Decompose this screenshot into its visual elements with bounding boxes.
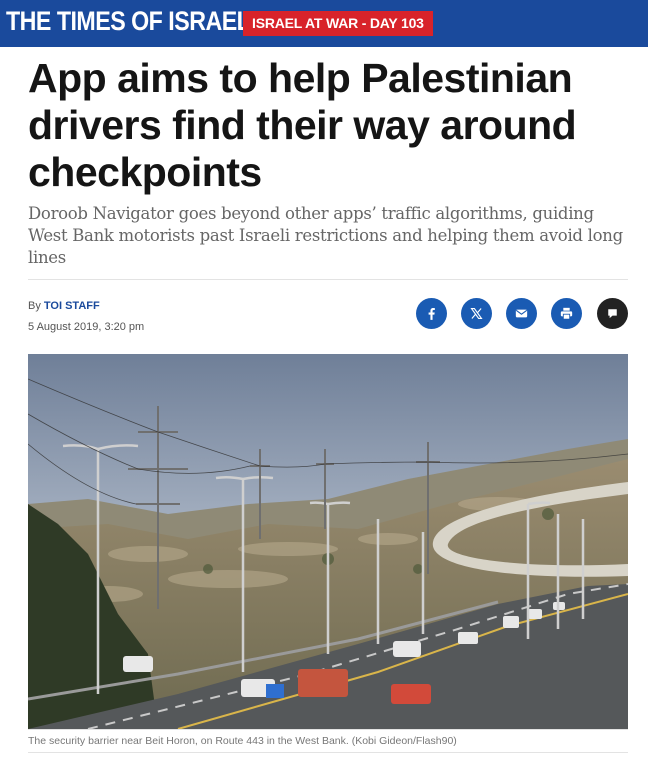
publish-date: 5 August 2019, 3:20 pm	[28, 321, 145, 333]
article-photo	[28, 354, 628, 729]
share-facebook-button[interactable]	[416, 298, 447, 329]
share-email-button[interactable]	[506, 298, 537, 329]
x-icon	[470, 307, 483, 320]
share-x-button[interactable]	[461, 298, 492, 329]
divider	[28, 279, 628, 280]
article-subtitle: Doroob Navigator goes beyond other apps’…	[28, 204, 623, 267]
article-title: App aims to help Palestinian drivers fin…	[28, 55, 577, 195]
byline: By TOI STAFF	[28, 300, 100, 312]
facebook-icon	[428, 308, 435, 320]
highway-landscape-image	[28, 354, 628, 729]
comments-button[interactable]	[597, 298, 628, 329]
byline-prefix: By	[28, 300, 44, 312]
author-link[interactable]: TOI STAFF	[44, 300, 100, 312]
comment-icon	[608, 309, 617, 319]
photo-caption: The security barrier near Beit Horon, on…	[28, 735, 457, 747]
share-print-button[interactable]	[551, 298, 582, 329]
photo-divider	[28, 729, 628, 730]
email-icon	[515, 309, 528, 318]
top-bar: THE TIMES OF ISRAEL ISRAEL AT WAR - DAY …	[0, 0, 648, 47]
print-icon	[560, 307, 573, 320]
war-day-badge[interactable]: ISRAEL AT WAR - DAY 103	[243, 11, 433, 36]
site-logo[interactable]: THE TIMES OF ISRAEL	[6, 6, 251, 37]
caption-divider	[28, 752, 628, 753]
